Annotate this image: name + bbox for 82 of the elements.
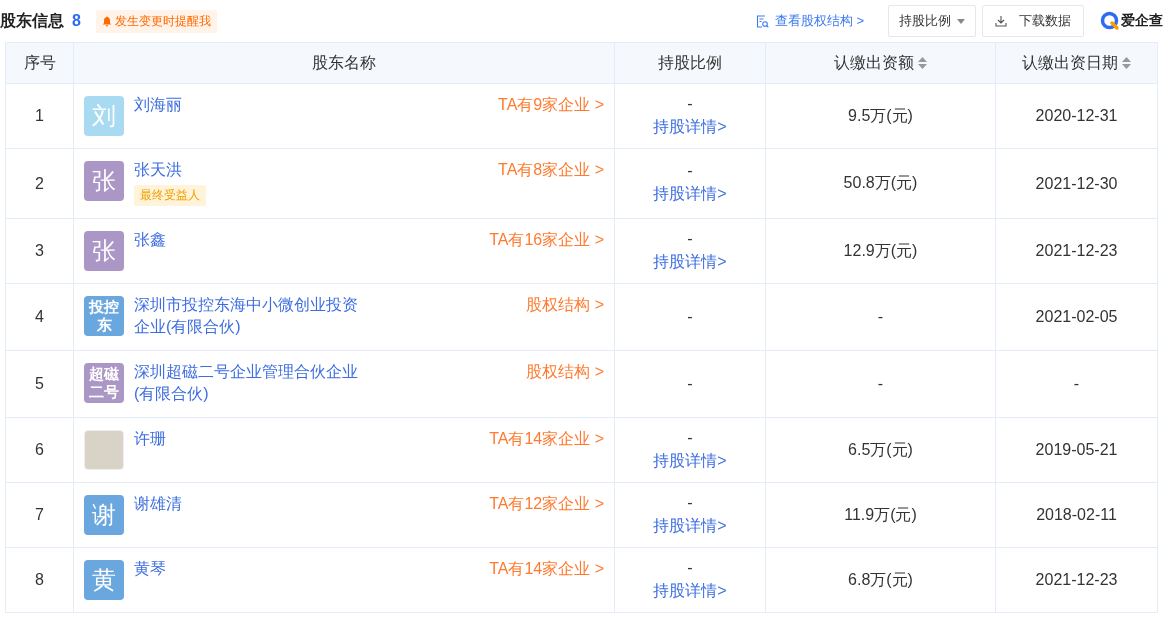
table-cell: 50.8万(元) — [765, 148, 996, 219]
document-search-icon — [755, 14, 769, 28]
sort-icon — [1122, 57, 1131, 69]
avatar: 张 — [84, 231, 124, 271]
sort-dropdown[interactable]: 持股比例 — [888, 5, 976, 37]
remind-button[interactable]: 发生变更时提醒我 — [95, 9, 217, 33]
beneficiary-tag: 最终受益人 — [134, 185, 206, 206]
holding-details-link[interactable]: 持股详情> — [653, 251, 727, 273]
download-icon — [995, 15, 1007, 27]
table-cell: 2021-12-23 — [995, 218, 1158, 284]
ratio-value: - — [687, 94, 693, 113]
companies-link[interactable]: TA有16家企业 > — [489, 229, 604, 251]
structure-link[interactable]: 查看股权结构 > — [755, 12, 864, 30]
companies-link[interactable]: TA有12家企业 > — [489, 493, 604, 515]
ratio-value: - — [687, 162, 693, 180]
table-cell: - — [765, 283, 996, 351]
column-header[interactable]: 认缴出资额 — [765, 42, 996, 84]
download-button[interactable]: 下载数据 — [982, 5, 1084, 37]
caret-icon — [957, 18, 965, 24]
logo-text: 爱企查 — [1121, 12, 1163, 30]
holding-details-link[interactable]: 持股详情> — [653, 184, 727, 205]
companies-link[interactable]: 股权结构 > — [526, 294, 604, 316]
companies-link[interactable]: TA有8家企业 > — [498, 159, 604, 181]
table-cell: 6.5万(元) — [765, 417, 996, 483]
shareholder-name-link[interactable]: 深圳超磁二号企业管理合伙企业(有限合伙) — [134, 361, 359, 405]
shareholder-name-link[interactable]: 刘海丽 — [134, 94, 182, 116]
photo-placeholder — [84, 430, 124, 470]
table-cell: 2021-12-30 — [995, 148, 1158, 219]
table-cell: 3 — [5, 218, 74, 284]
ratio-value: - — [687, 558, 693, 577]
shareholder-count: 8 — [72, 12, 81, 30]
avatar: 超磁二号 — [84, 363, 124, 403]
table-cell: 1 — [5, 83, 74, 149]
shareholder-name-link[interactable]: 张天洪 — [134, 159, 182, 181]
table-cell: 8 — [5, 547, 74, 613]
ratio-value: - — [687, 308, 693, 326]
table-cell: 2020-12-31 — [995, 83, 1158, 149]
shareholder-name-link[interactable]: 张鑫 — [134, 229, 166, 251]
companies-link[interactable]: 股权结构 > — [526, 361, 604, 383]
shareholder-name-link[interactable]: 许珊 — [134, 428, 166, 450]
table-cell: 4 — [5, 283, 74, 351]
table-cell: - — [765, 350, 996, 418]
companies-link[interactable]: TA有9家企业 > — [498, 94, 604, 116]
sort-icon — [918, 57, 927, 69]
avatar: 刘 — [84, 96, 124, 136]
ratio-value: - — [687, 375, 693, 393]
column-header: 持股比例 — [614, 42, 766, 84]
companies-link[interactable]: TA有14家企业 > — [489, 558, 604, 580]
holding-details-link[interactable]: 持股详情> — [653, 116, 727, 138]
shareholder-name-link[interactable]: 谢雄清 — [134, 493, 182, 515]
table-cell: - — [995, 350, 1158, 418]
ratio-value: - — [687, 229, 693, 248]
avatar: 黄 — [84, 560, 124, 600]
table-cell: 5 — [5, 350, 74, 418]
bell-icon — [101, 15, 112, 27]
logo-icon — [1100, 11, 1120, 31]
table-cell: 2019-05-21 — [995, 417, 1158, 483]
shareholder-name-link[interactable]: 黄琴 — [134, 558, 166, 580]
holding-details-link[interactable]: 持股详情> — [653, 515, 727, 537]
table-cell: 6.8万(元) — [765, 547, 996, 613]
avatar: 谢 — [84, 495, 124, 535]
ratio-value: - — [687, 493, 693, 512]
table-cell: 2 — [5, 148, 74, 219]
column-header[interactable]: 认缴出资日期 — [995, 42, 1158, 84]
table-cell: 2021-02-05 — [995, 283, 1158, 351]
avatar: 张 — [84, 161, 124, 201]
table-cell: 2021-12-23 — [995, 547, 1158, 613]
shareholder-name-link[interactable]: 深圳市投控东海中小微创业投资企业(有限合伙) — [134, 294, 359, 338]
companies-link[interactable]: TA有14家企业 > — [489, 428, 604, 450]
table-cell: 12.9万(元) — [765, 218, 996, 284]
ratio-value: - — [687, 428, 693, 447]
column-header: 序号 — [5, 42, 74, 84]
avatar: 投控东 — [84, 296, 124, 336]
table-cell: 9.5万(元) — [765, 83, 996, 149]
table-cell: 7 — [5, 482, 74, 548]
section-title: 股东信息 — [0, 10, 64, 31]
table-cell: 2018-02-11 — [995, 482, 1158, 548]
column-header: 股东名称 — [73, 42, 615, 84]
table-cell: 11.9万(元) — [765, 482, 996, 548]
holding-details-link[interactable]: 持股详情> — [653, 580, 727, 602]
table-cell: 6 — [5, 417, 74, 483]
holding-details-link[interactable]: 持股详情> — [653, 450, 727, 472]
